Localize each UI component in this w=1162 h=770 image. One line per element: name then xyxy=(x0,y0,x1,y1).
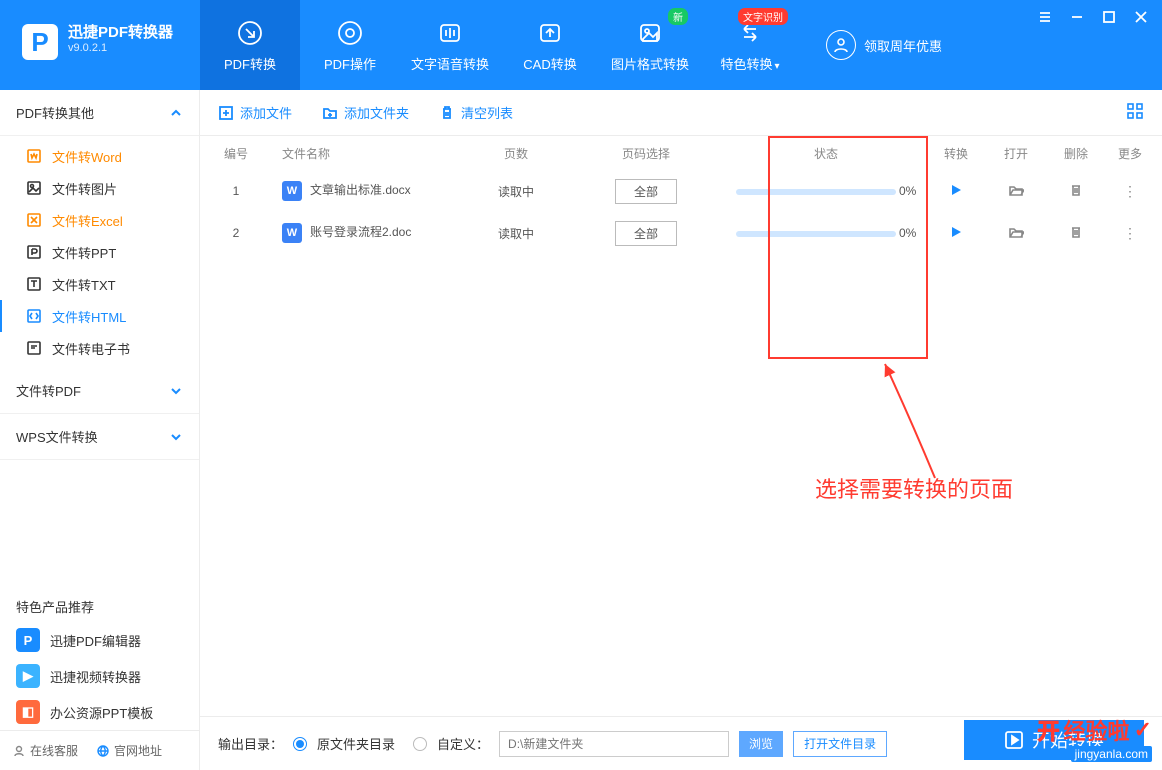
more-button[interactable]: ⋮ xyxy=(1123,225,1137,241)
progress-bar xyxy=(736,189,896,195)
radio-custom[interactable] xyxy=(413,737,427,751)
sidebar-item-image[interactable]: 文件转图片 xyxy=(0,172,199,204)
add-file-button[interactable]: 添加文件 xyxy=(218,103,292,122)
word-file-icon: W xyxy=(282,223,302,243)
site-link[interactable]: 官网地址 xyxy=(96,742,162,759)
promo-icon: P xyxy=(16,628,40,652)
user-icon xyxy=(826,30,856,60)
toolbar: 添加文件 添加文件夹 清空列表 xyxy=(200,90,1162,136)
nav-pdf-operate[interactable]: PDF操作 xyxy=(300,0,400,90)
clear-list-button[interactable]: 清空列表 xyxy=(439,103,513,122)
sidebar-item-word[interactable]: 文件转Word xyxy=(0,140,199,172)
support-link[interactable]: 在线客服 xyxy=(12,742,78,759)
file-name: W账号登录流程2.doc xyxy=(266,223,466,243)
promo-icon: ◧ xyxy=(16,700,40,724)
app-version: v9.0.2.1 xyxy=(68,42,173,54)
sidebar-item-excel[interactable]: 文件转Excel xyxy=(0,204,199,236)
txt-icon xyxy=(26,276,42,292)
radio-original[interactable] xyxy=(293,737,307,751)
maximize-button[interactable] xyxy=(1102,10,1116,24)
sidebar-menu: 文件转Word 文件转图片 文件转Excel 文件转PPT 文件转TXT 文件转… xyxy=(0,136,199,368)
app-logo-icon: P xyxy=(22,24,58,60)
annotation-arrow xyxy=(880,358,970,488)
page-select-button[interactable]: 全部 xyxy=(615,179,677,204)
cad-icon xyxy=(535,18,565,48)
content-area: 添加文件 添加文件夹 清空列表 编号 文件名称 页数 页码选择 状态 转换 打开… xyxy=(200,90,1162,770)
table-row: 2 W账号登录流程2.doc 读取中 全部 0% ⋮ xyxy=(200,212,1162,254)
sidebar-item-ppt[interactable]: 文件转PPT xyxy=(0,236,199,268)
reward-link[interactable]: 领取周年优惠 xyxy=(826,0,942,90)
file-name: W文章输出标准.docx xyxy=(266,181,466,201)
add-folder-button[interactable]: 添加文件夹 xyxy=(322,103,409,122)
nav-image[interactable]: 新 图片格式转换 xyxy=(600,0,700,90)
open-dir-button[interactable]: 打开文件目录 xyxy=(793,731,887,757)
page-select-button[interactable]: 全部 xyxy=(615,221,677,246)
promo-video[interactable]: ▶迅捷视频转换器 xyxy=(0,658,199,694)
image-icon xyxy=(635,18,665,48)
chevron-down-icon xyxy=(169,384,183,398)
nav-special[interactable]: 文字识别 特色转换▾ xyxy=(700,0,800,90)
status-cell: 0% xyxy=(726,226,926,240)
sidebar-item-ebook[interactable]: 文件转电子书 xyxy=(0,332,199,364)
promo-icon: ▶ xyxy=(16,664,40,688)
delete-button[interactable] xyxy=(1068,229,1084,243)
promo-title: 特色产品推荐 xyxy=(0,583,199,622)
sidebar: PDF转换其他 文件转Word 文件转图片 文件转Excel 文件转PPT 文件… xyxy=(0,90,200,770)
sidebar-item-html[interactable]: 文件转HTML xyxy=(0,300,199,332)
view-switch[interactable] xyxy=(1126,102,1144,123)
word-file-icon: W xyxy=(282,181,302,201)
nav-pdf-convert[interactable]: PDF转换 xyxy=(200,0,300,90)
window-controls xyxy=(1038,10,1148,24)
sidebar-footer: 在线客服 官网地址 xyxy=(0,730,199,770)
progress-bar xyxy=(736,231,896,237)
new-badge: 新 xyxy=(668,8,688,25)
open-button[interactable] xyxy=(1008,187,1024,201)
ocr-badge: 文字识别 xyxy=(738,8,788,25)
audio-icon xyxy=(435,18,465,48)
status-cell: 0% xyxy=(726,184,926,198)
output-label: 输出目录： xyxy=(218,734,283,753)
convert-icon xyxy=(235,18,265,48)
output-path-input[interactable] xyxy=(499,731,729,757)
app-logo-block: P 迅捷PDF转换器 v9.0.2.1 xyxy=(0,0,200,90)
close-button[interactable] xyxy=(1134,10,1148,24)
nav-cad[interactable]: CAD转换 xyxy=(500,0,600,90)
group-wps[interactable]: WPS文件转换 xyxy=(0,414,199,460)
app-title: 迅捷PDF转换器 xyxy=(68,24,173,42)
excel-icon xyxy=(26,212,42,228)
ebook-icon xyxy=(26,340,42,356)
sidebar-item-txt[interactable]: 文件转TXT xyxy=(0,268,199,300)
delete-button[interactable] xyxy=(1068,187,1084,201)
nav-text-audio[interactable]: 文字语音转换 xyxy=(400,0,500,90)
table-header: 编号 文件名称 页数 页码选择 状态 转换 打开 删除 更多 xyxy=(200,136,1162,170)
convert-button[interactable] xyxy=(949,186,963,200)
chevron-up-icon xyxy=(169,106,183,120)
group-pdf-to-other[interactable]: PDF转换其他 xyxy=(0,90,199,136)
start-convert-button[interactable]: 开始转换 xyxy=(964,720,1144,760)
promo-pdf-editor[interactable]: P迅捷PDF编辑器 xyxy=(0,622,199,658)
browse-button[interactable]: 浏览 xyxy=(739,731,783,757)
convert-button[interactable] xyxy=(949,228,963,242)
chevron-down-icon xyxy=(169,430,183,444)
group-to-pdf[interactable]: 文件转PDF xyxy=(0,368,199,414)
open-button[interactable] xyxy=(1008,229,1024,243)
promo-ppt[interactable]: ◧办公资源PPT模板 xyxy=(0,694,199,730)
operate-icon xyxy=(335,18,365,48)
menu-button[interactable] xyxy=(1038,10,1052,24)
html-icon xyxy=(26,308,42,324)
main-nav: PDF转换 PDF操作 文字语音转换 CAD转换 新 图片格式转换 文字识别 特… xyxy=(200,0,800,90)
main-area: PDF转换其他 文件转Word 文件转图片 文件转Excel 文件转PPT 文件… xyxy=(0,90,1162,770)
image-icon xyxy=(26,180,42,196)
word-icon xyxy=(26,148,42,164)
annotation-text: 选择需要转换的页面 xyxy=(815,472,1013,504)
table-row: 1 W文章输出标准.docx 读取中 全部 0% ⋮ xyxy=(200,170,1162,212)
more-button[interactable]: ⋮ xyxy=(1123,183,1137,199)
app-header: P 迅捷PDF转换器 v9.0.2.1 PDF转换 PDF操作 文字语音转换 C… xyxy=(0,0,1162,90)
minimize-button[interactable] xyxy=(1070,10,1084,24)
ppt-icon xyxy=(26,244,42,260)
